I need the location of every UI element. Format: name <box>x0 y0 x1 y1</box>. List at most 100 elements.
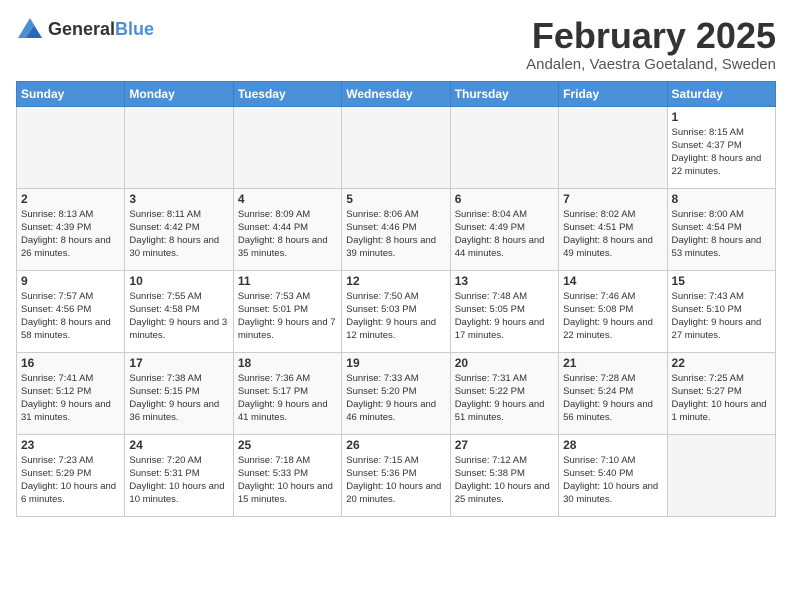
day-number: 27 <box>455 438 554 452</box>
calendar-week-row: 16 Sunrise: 7:41 AM Sunset: 5:12 PM Dayli… <box>17 352 776 434</box>
day-info: Sunrise: 7:20 AM Sunset: 5:31 PM Dayligh… <box>129 454 228 507</box>
logo: GeneralBlue <box>16 16 154 44</box>
calendar-header-row: SundayMondayTuesdayWednesdayThursdayFrid… <box>17 81 776 106</box>
day-number: 14 <box>563 274 662 288</box>
calendar-header-friday: Friday <box>559 81 667 106</box>
day-number: 22 <box>672 356 771 370</box>
day-info: Sunrise: 7:48 AM Sunset: 5:05 PM Dayligh… <box>455 290 554 343</box>
calendar-header-tuesday: Tuesday <box>233 81 341 106</box>
logo-icon <box>16 16 44 44</box>
day-number: 26 <box>346 438 445 452</box>
calendar-day-cell <box>233 106 341 188</box>
day-info: Sunrise: 7:28 AM Sunset: 5:24 PM Dayligh… <box>563 372 662 425</box>
day-number: 11 <box>238 274 337 288</box>
calendar-day-cell: 17Sunrise: 7:38 AM Sunset: 5:15 PM Dayli… <box>125 352 233 434</box>
calendar-day-cell <box>559 106 667 188</box>
calendar-day-cell <box>342 106 450 188</box>
calendar-day-cell: 9 Sunrise: 7:57 AM Sunset: 4:56 PM Daylig… <box>17 270 125 352</box>
day-number: 4 <box>238 192 337 206</box>
day-info: Sunrise: 7:31 AM Sunset: 5:22 PM Dayligh… <box>455 372 554 425</box>
location-title: Andalen, Vaestra Goetaland, Sweden <box>526 56 776 73</box>
calendar-day-cell: 24 Sunrise: 7:20 AM Sunset: 5:31 PM Dayli… <box>125 434 233 516</box>
calendar-week-row: 9 Sunrise: 7:57 AM Sunset: 4:56 PM Daylig… <box>17 270 776 352</box>
calendar-week-row: 23 Sunrise: 7:23 AM Sunset: 5:29 PM Dayli… <box>17 434 776 516</box>
calendar-day-cell: 13 Sunrise: 7:48 AM Sunset: 5:05 PM Dayli… <box>450 270 558 352</box>
day-info: Sunrise: 7:12 AM Sunset: 5:38 PM Dayligh… <box>455 454 554 507</box>
day-number: 6 <box>455 192 554 206</box>
calendar-day-cell: 1 Sunrise: 8:15 AM Sunset: 4:37 PM Daylig… <box>667 106 775 188</box>
calendar-header-sunday: Sunday <box>17 81 125 106</box>
calendar-day-cell: 11 Sunrise: 7:53 AM Sunset: 5:01 PM Dayli… <box>233 270 341 352</box>
calendar-day-cell: 21 Sunrise: 7:28 AM Sunset: 5:24 PM Dayli… <box>559 352 667 434</box>
calendar-day-cell: 10 Sunrise: 7:55 AM Sunset: 4:58 PM Dayli… <box>125 270 233 352</box>
day-info: Sunrise: 8:02 AM Sunset: 4:51 PM Dayligh… <box>563 208 662 261</box>
calendar-day-cell: 20Sunrise: 7:31 AM Sunset: 5:22 PM Dayli… <box>450 352 558 434</box>
day-number: 7 <box>563 192 662 206</box>
day-info: Sunrise: 7:15 AM Sunset: 5:36 PM Dayligh… <box>346 454 445 507</box>
day-info: Sunrise: 7:55 AM Sunset: 4:58 PM Dayligh… <box>129 290 228 343</box>
day-info: Sunrise: 7:10 AM Sunset: 5:40 PM Dayligh… <box>563 454 662 507</box>
day-number: 2 <box>21 192 120 206</box>
calendar-day-cell: 5Sunrise: 8:06 AM Sunset: 4:46 PM Daylig… <box>342 188 450 270</box>
day-info: Sunrise: 7:25 AM Sunset: 5:27 PM Dayligh… <box>672 372 771 425</box>
logo-text-blue: Blue <box>115 19 154 39</box>
day-number: 15 <box>672 274 771 288</box>
day-info: Sunrise: 7:23 AM Sunset: 5:29 PM Dayligh… <box>21 454 120 507</box>
calendar-day-cell <box>125 106 233 188</box>
day-number: 16 <box>21 356 120 370</box>
day-info: Sunrise: 8:00 AM Sunset: 4:54 PM Dayligh… <box>672 208 771 261</box>
day-info: Sunrise: 8:15 AM Sunset: 4:37 PM Dayligh… <box>672 126 771 179</box>
calendar-day-cell: 18 Sunrise: 7:36 AM Sunset: 5:17 PM Dayli… <box>233 352 341 434</box>
day-info: Sunrise: 7:46 AM Sunset: 5:08 PM Dayligh… <box>563 290 662 343</box>
day-info: Sunrise: 7:36 AM Sunset: 5:17 PM Dayligh… <box>238 372 337 425</box>
calendar-day-cell: 23 Sunrise: 7:23 AM Sunset: 5:29 PM Dayli… <box>17 434 125 516</box>
day-info: Sunrise: 7:50 AM Sunset: 5:03 PM Dayligh… <box>346 290 445 343</box>
calendar-day-cell: 16 Sunrise: 7:41 AM Sunset: 5:12 PM Dayli… <box>17 352 125 434</box>
month-title: February 2025 <box>526 16 776 56</box>
day-number: 21 <box>563 356 662 370</box>
day-number: 1 <box>672 110 771 124</box>
calendar-day-cell: 8 Sunrise: 8:00 AM Sunset: 4:54 PM Daylig… <box>667 188 775 270</box>
day-info: Sunrise: 8:06 AM Sunset: 4:46 PM Dayligh… <box>346 208 445 261</box>
calendar-day-cell: 26 Sunrise: 7:15 AM Sunset: 5:36 PM Dayli… <box>342 434 450 516</box>
day-info: Sunrise: 7:57 AM Sunset: 4:56 PM Dayligh… <box>21 290 120 343</box>
logo-text-general: General <box>48 19 115 39</box>
day-number: 18 <box>238 356 337 370</box>
day-info: Sunrise: 7:53 AM Sunset: 5:01 PM Dayligh… <box>238 290 337 343</box>
calendar-day-cell <box>667 434 775 516</box>
day-number: 13 <box>455 274 554 288</box>
day-info: Sunrise: 8:11 AM Sunset: 4:42 PM Dayligh… <box>129 208 228 261</box>
header: GeneralBlue February 2025 Andalen, Vaest… <box>16 16 776 73</box>
calendar-day-cell: 25Sunrise: 7:18 AM Sunset: 5:33 PM Dayli… <box>233 434 341 516</box>
day-number: 24 <box>129 438 228 452</box>
day-info: Sunrise: 8:09 AM Sunset: 4:44 PM Dayligh… <box>238 208 337 261</box>
calendar-header-wednesday: Wednesday <box>342 81 450 106</box>
day-number: 23 <box>21 438 120 452</box>
day-number: 8 <box>672 192 771 206</box>
day-number: 12 <box>346 274 445 288</box>
day-number: 9 <box>21 274 120 288</box>
day-info: Sunrise: 7:43 AM Sunset: 5:10 PM Dayligh… <box>672 290 771 343</box>
calendar-header-monday: Monday <box>125 81 233 106</box>
calendar-day-cell: 6 Sunrise: 8:04 AM Sunset: 4:49 PM Daylig… <box>450 188 558 270</box>
day-number: 25 <box>238 438 337 452</box>
day-info: Sunrise: 8:04 AM Sunset: 4:49 PM Dayligh… <box>455 208 554 261</box>
calendar-day-cell: 22 Sunrise: 7:25 AM Sunset: 5:27 PM Dayli… <box>667 352 775 434</box>
title-area: February 2025 Andalen, Vaestra Goetaland… <box>526 16 776 73</box>
calendar-week-row: 2Sunrise: 8:13 AM Sunset: 4:39 PM Daylig… <box>17 188 776 270</box>
day-number: 10 <box>129 274 228 288</box>
day-info: Sunrise: 7:41 AM Sunset: 5:12 PM Dayligh… <box>21 372 120 425</box>
day-info: Sunrise: 7:33 AM Sunset: 5:20 PM Dayligh… <box>346 372 445 425</box>
day-info: Sunrise: 7:38 AM Sunset: 5:15 PM Dayligh… <box>129 372 228 425</box>
calendar-day-cell: 4 Sunrise: 8:09 AM Sunset: 4:44 PM Daylig… <box>233 188 341 270</box>
calendar-header-thursday: Thursday <box>450 81 558 106</box>
calendar-day-cell: 7 Sunrise: 8:02 AM Sunset: 4:51 PM Daylig… <box>559 188 667 270</box>
calendar-day-cell: 27 Sunrise: 7:12 AM Sunset: 5:38 PM Dayli… <box>450 434 558 516</box>
calendar-day-cell: 15 Sunrise: 7:43 AM Sunset: 5:10 PM Dayli… <box>667 270 775 352</box>
calendar-day-cell: 2Sunrise: 8:13 AM Sunset: 4:39 PM Daylig… <box>17 188 125 270</box>
calendar: SundayMondayTuesdayWednesdayThursdayFrid… <box>16 81 776 517</box>
calendar-day-cell <box>450 106 558 188</box>
calendar-day-cell: 28Sunrise: 7:10 AM Sunset: 5:40 PM Dayli… <box>559 434 667 516</box>
calendar-day-cell <box>17 106 125 188</box>
calendar-header-saturday: Saturday <box>667 81 775 106</box>
